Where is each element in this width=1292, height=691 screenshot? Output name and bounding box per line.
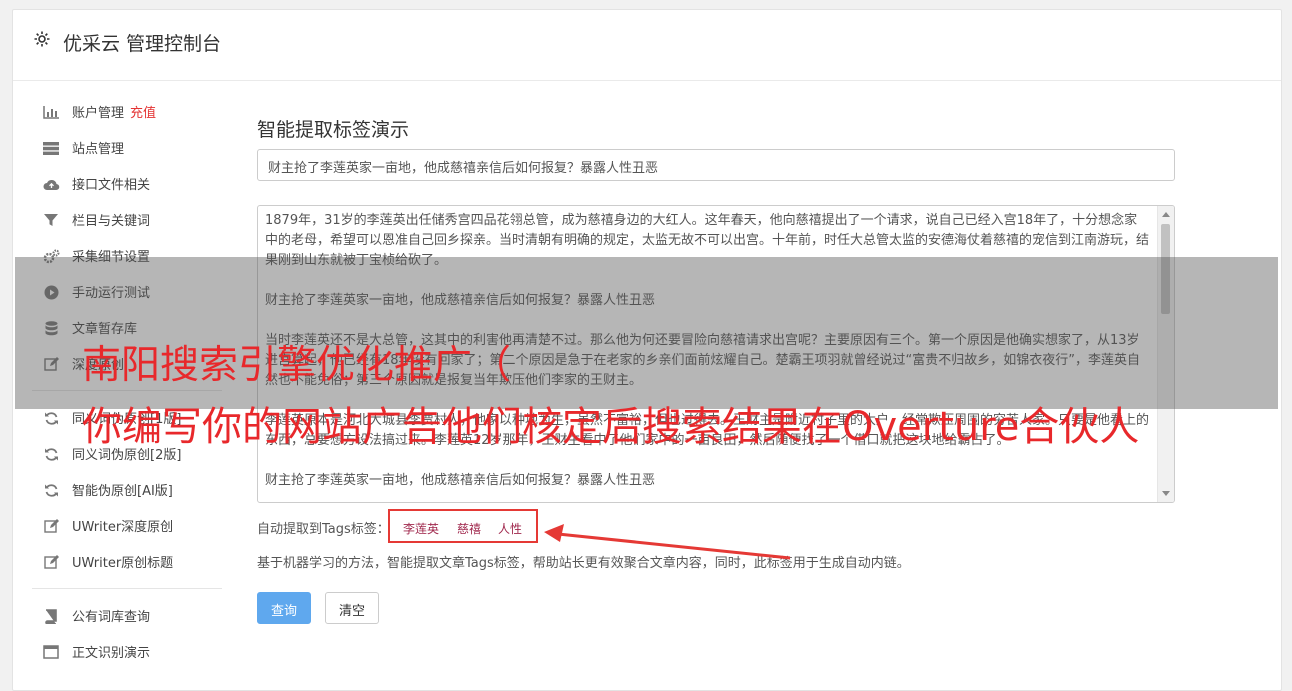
sidebar-item-uwriter-deep[interactable]: UWriter深度原创 — [32, 513, 222, 549]
sidebar-divider — [32, 390, 222, 391]
panel-header: 优采云 管理控制台 — [13, 10, 1281, 81]
sidebar-item-public-lexicon[interactable]: 公有词库查询 — [32, 603, 222, 639]
sidebar-item-collect-settings[interactable]: 采集细节设置 — [32, 243, 222, 279]
sidebar-item-account[interactable]: 账户管理 充值 — [32, 99, 222, 135]
window-icon — [42, 644, 60, 660]
sidebar-item-manual-run[interactable]: 手动运行测试 — [32, 279, 222, 315]
sidebar-item-uwriter-title[interactable]: UWriter原创标题 — [32, 549, 222, 585]
gear-icon — [33, 30, 51, 48]
query-button[interactable]: 查询 — [257, 592, 311, 624]
play-circle-icon — [42, 284, 60, 300]
sidebar-item-label: 栏目与关键词 — [72, 214, 151, 229]
sidebar-item-label: 手动运行测试 — [72, 286, 151, 301]
tag-item[interactable]: 李莲英 — [403, 520, 439, 537]
console-title: 优采云 管理控制台 — [63, 33, 222, 55]
sidebar-item-label: 智能伪原创[AI版] — [72, 484, 173, 499]
scroll-up-icon[interactable] — [1162, 212, 1170, 217]
tag-item[interactable]: 人性 — [498, 520, 522, 537]
article-title-input[interactable]: 财主抢了李莲英家一亩地，他成慈禧亲信后如何报复？暴露人性丑恶 — [257, 149, 1175, 181]
book-icon — [42, 608, 60, 624]
overlay-subheadline: 你编写你的网站广告他们核定后搜索结果在Overture合伙人 — [82, 404, 1140, 450]
sidebar-item-label: 公有词库查询 — [72, 610, 151, 625]
bar-chart-icon — [42, 104, 60, 120]
sidebar-item-label: 正文识别演示 — [72, 646, 151, 661]
sidebar-item-label: 采集细节设置 — [72, 250, 151, 265]
sidebar-item-interface[interactable]: 接口文件相关 — [32, 171, 222, 207]
overlay-headline: 南阳搜索引擎优化推广（ — [82, 343, 512, 388]
clear-button[interactable]: 清空 — [325, 592, 379, 624]
sidebar-item-sites[interactable]: 站点管理 — [32, 135, 222, 171]
sidebar-item-label: 站点管理 — [72, 142, 125, 157]
sidebar-item-label: 账户管理 — [72, 106, 125, 121]
filter-icon — [42, 212, 60, 228]
sidebar-divider — [32, 588, 222, 589]
sidebar-item-label: UWriter原创标题 — [72, 556, 174, 571]
sidebar-item-keywords[interactable]: 栏目与关键词 — [32, 207, 222, 243]
tag-item[interactable]: 慈禧 — [457, 520, 481, 537]
edit-icon — [42, 518, 60, 534]
content-scrollbar[interactable] — [1157, 206, 1174, 502]
sidebar-item-ai-rewrite[interactable]: 智能伪原创[AI版] — [32, 477, 222, 513]
tags-label: 自动提取到Tags标签： — [257, 522, 390, 537]
refresh-icon — [42, 482, 60, 498]
refresh-icon — [42, 446, 60, 462]
cloud-upload-icon — [42, 176, 60, 192]
edit-icon — [42, 356, 60, 372]
edit-icon — [42, 554, 60, 570]
sidebar-item-label: UWriter深度原创 — [72, 520, 174, 535]
content-paragraph: 1879年，31岁的李莲英出任储秀宫四品花翎总管，成为慈禧身边的大红人。这年春天… — [265, 213, 1150, 268]
gears-icon — [42, 248, 60, 264]
server-icon — [42, 140, 60, 156]
scroll-down-icon[interactable] — [1162, 491, 1170, 496]
annotation-arrow — [544, 524, 791, 560]
refresh-icon — [42, 410, 60, 426]
scroll-thumb[interactable] — [1161, 224, 1170, 314]
tags-highlight-box: 李莲英 慈禧 人性 — [388, 509, 538, 543]
page-title: 智能提取标签演示 — [257, 119, 410, 141]
content-paragraph: 财主抢了李莲英家一亩地，他成慈禧亲信后如何报复？暴露人性丑恶 — [265, 293, 656, 308]
recharge-badge[interactable]: 充值 — [130, 106, 156, 121]
sidebar-item-label: 接口文件相关 — [72, 178, 151, 193]
database-icon — [42, 320, 60, 336]
sidebar-item-text-recognition[interactable]: 正文识别演示 — [32, 639, 222, 675]
content-paragraph: 财主抢了李莲英家一亩地，他成慈禧亲信后如何报复？暴露人性丑恶 — [265, 473, 656, 488]
